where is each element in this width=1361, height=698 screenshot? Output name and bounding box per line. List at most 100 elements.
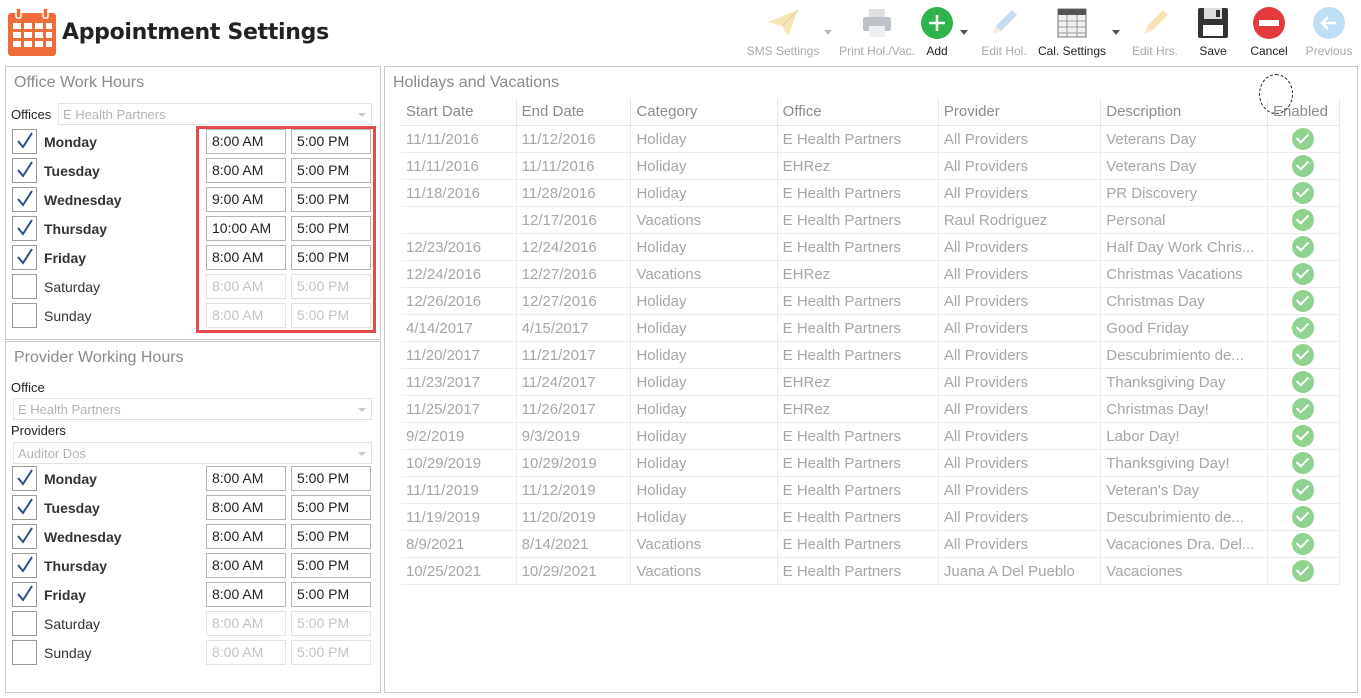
table-row[interactable]: 11/11/2016 11/12/2016 Holiday E Health Part… bbox=[401, 125, 1341, 153]
table-row[interactable]: 11/20/2017 11/21/2017 Holiday E Health Part… bbox=[401, 341, 1341, 369]
table-cell: Vacaciones bbox=[1100, 557, 1268, 585]
day-checkbox[interactable] bbox=[12, 303, 37, 328]
table-row[interactable]: 11/11/2019 11/12/2019 Holiday E Health Part… bbox=[401, 476, 1341, 504]
table-row[interactable]: 11/23/2017 11/24/2017 Holiday EHRez All Prov… bbox=[401, 368, 1341, 396]
table-row[interactable]: 11/19/2019 11/20/2019 Holiday E Health Part… bbox=[401, 503, 1341, 531]
day-checkbox[interactable] bbox=[12, 158, 37, 183]
table-cell: Vacations bbox=[630, 530, 778, 558]
day-checkbox[interactable] bbox=[12, 495, 37, 520]
start-time-field[interactable]: 8:00 AM bbox=[206, 553, 286, 578]
column-header-end-date[interactable]: End Date bbox=[516, 98, 632, 126]
table-row[interactable]: 12/26/2016 12/27/2016 Holiday E Health Part… bbox=[401, 287, 1341, 315]
table-row[interactable]: 11/11/2016 11/11/2016 Holiday EHRez All Prov… bbox=[401, 152, 1341, 180]
column-header-category[interactable]: Category bbox=[630, 98, 778, 126]
table-cell: All Providers bbox=[938, 530, 1102, 558]
table-row[interactable]: 12/24/2016 12/27/2016 Vacations EHRez All Pr… bbox=[401, 260, 1341, 288]
end-time-field[interactable]: 5:00 PM bbox=[291, 524, 371, 549]
holidays-table[interactable]: Start Date End Date Category Office Provider… bbox=[401, 98, 1341, 585]
table-cell: EHRez bbox=[777, 368, 939, 396]
end-time-field[interactable]: 5:00 PM bbox=[291, 611, 371, 636]
start-time-field[interactable]: 8:00 AM bbox=[206, 640, 286, 665]
enabled-cell bbox=[1267, 557, 1341, 585]
day-checkbox[interactable] bbox=[12, 245, 37, 270]
column-header-start-date[interactable]: Start Date bbox=[401, 98, 517, 126]
table-row[interactable]: 10/29/2019 10/29/2019 Holiday E Health Part… bbox=[401, 449, 1341, 477]
sms-settings-button[interactable]: SMS Settings bbox=[747, 4, 819, 62]
day-label: Sunday bbox=[44, 308, 92, 324]
table-cell: Holiday bbox=[630, 152, 778, 180]
check-circle-icon bbox=[1292, 371, 1315, 393]
day-label: Friday bbox=[44, 587, 87, 603]
start-time-field[interactable]: 8:00 AM bbox=[206, 611, 286, 636]
table-cell: E Health Partners bbox=[777, 314, 939, 342]
day-checkbox[interactable] bbox=[12, 216, 37, 241]
end-time-field[interactable]: 5:00 PM bbox=[291, 582, 371, 607]
column-header-provider[interactable]: Provider bbox=[938, 98, 1102, 126]
day-checkbox[interactable] bbox=[12, 524, 37, 549]
provider-office-select[interactable]: E Health Partners bbox=[13, 398, 372, 420]
table-row[interactable]: 4/14/2017 4/15/2017 Holiday E Health Partne… bbox=[401, 314, 1341, 342]
day-checkbox[interactable] bbox=[12, 640, 37, 665]
column-header-description[interactable]: Description bbox=[1100, 98, 1268, 126]
checkmark-icon bbox=[17, 556, 33, 573]
cal-settings-dropdown-caret[interactable] bbox=[1112, 30, 1120, 35]
table-cell: E Health Partners bbox=[777, 179, 939, 207]
day-checkbox[interactable] bbox=[12, 129, 37, 154]
start-time-field[interactable]: 8:00 AM bbox=[206, 495, 286, 520]
table-row[interactable]: 12/17/2016 Vacations E Health Partners Raul… bbox=[401, 206, 1341, 234]
table-row[interactable]: 12/23/2016 12/24/2016 Holiday E Health Part… bbox=[401, 233, 1341, 261]
table-cell: Holiday bbox=[630, 233, 778, 261]
end-time-field[interactable]: 5:00 PM bbox=[291, 495, 371, 520]
table-cell: All Providers bbox=[938, 260, 1102, 288]
table-cell: All Providers bbox=[938, 125, 1102, 153]
table-cell: PR Discovery bbox=[1100, 179, 1268, 207]
start-time-field[interactable]: 8:00 AM bbox=[206, 582, 286, 607]
end-time-field[interactable]: 5:00 PM bbox=[291, 640, 371, 665]
start-time-field[interactable]: 8:00 AM bbox=[206, 524, 286, 549]
table-cell: Vacations bbox=[630, 557, 778, 585]
end-time-field[interactable]: 5:00 PM bbox=[291, 466, 371, 491]
provider-select[interactable]: Auditor Dos bbox=[13, 442, 372, 464]
table-cell: 11/12/2019 bbox=[516, 476, 632, 504]
table-cell: 11/11/2019 bbox=[401, 476, 517, 504]
edit-holiday-button[interactable]: Edit Hol. bbox=[973, 4, 1035, 62]
floppy-disk-icon bbox=[1198, 8, 1228, 38]
office-select[interactable]: E Health Partners bbox=[58, 103, 372, 125]
day-label: Saturday bbox=[44, 279, 101, 295]
day-checkbox[interactable] bbox=[12, 553, 37, 578]
end-time-field[interactable]: 5:00 PM bbox=[291, 553, 371, 578]
previous-button[interactable]: Previous bbox=[1298, 4, 1360, 62]
enabled-cell bbox=[1267, 125, 1341, 153]
check-circle-icon bbox=[1292, 290, 1315, 312]
table-cell: 11/20/2019 bbox=[516, 503, 632, 531]
check-circle-icon bbox=[1292, 128, 1315, 150]
column-header-office[interactable]: Office bbox=[777, 98, 939, 126]
day-checkbox[interactable] bbox=[12, 187, 37, 212]
table-row[interactable]: 8/9/2021 8/14/2021 Vacations E Health Partn… bbox=[401, 530, 1341, 558]
table-row[interactable]: 9/2/2019 9/3/2019 Holiday E Health Partners… bbox=[401, 422, 1341, 450]
table-row[interactable]: 11/18/2016 11/28/2016 Holiday E Health Part… bbox=[401, 179, 1341, 207]
table-row[interactable]: 11/25/2017 11/26/2017 Holiday EHRez All Prov… bbox=[401, 395, 1341, 423]
calendar-settings-button[interactable]: Cal. Settings bbox=[1038, 4, 1106, 62]
checkmark-icon bbox=[17, 498, 33, 515]
checkmark-icon bbox=[17, 161, 33, 178]
checkmark-icon bbox=[17, 469, 33, 486]
provider-day-row-saturday: Saturday 8:00 AM 5:00 PM bbox=[5, 610, 371, 637]
day-label: Thursday bbox=[44, 221, 108, 237]
sms-dropdown-caret[interactable] bbox=[824, 30, 832, 35]
offices-label: Offices bbox=[11, 107, 52, 122]
table-row[interactable]: 10/25/2021 10/29/2021 Vacations E Health Pa… bbox=[401, 557, 1341, 585]
day-checkbox[interactable] bbox=[12, 611, 37, 636]
day-checkbox[interactable] bbox=[12, 274, 37, 299]
check-circle-icon bbox=[1292, 317, 1315, 339]
day-checkbox[interactable] bbox=[12, 582, 37, 607]
enabled-cell bbox=[1267, 368, 1341, 396]
table-cell: 12/24/2016 bbox=[516, 233, 632, 261]
enabled-cell bbox=[1267, 476, 1341, 504]
check-circle-icon bbox=[1292, 398, 1315, 420]
add-dropdown-caret[interactable] bbox=[960, 30, 968, 35]
add-button[interactable]: Add bbox=[906, 4, 968, 62]
day-checkbox[interactable] bbox=[12, 466, 37, 491]
no-entry-icon bbox=[1253, 7, 1285, 39]
start-time-field[interactable]: 8:00 AM bbox=[206, 466, 286, 491]
